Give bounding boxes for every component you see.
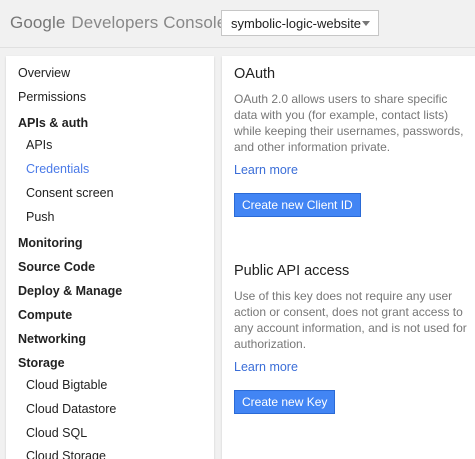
sidebar-item-apis[interactable]: APIs bbox=[6, 138, 214, 158]
create-client-id-button[interactable]: Create new Client ID bbox=[234, 193, 361, 217]
public-api-learn-more-link[interactable]: Learn more bbox=[234, 360, 298, 374]
sidebar-item-storage[interactable]: Storage bbox=[6, 356, 214, 376]
create-key-button[interactable]: Create new Key bbox=[234, 390, 336, 414]
oauth-description: OAuth 2.0 allows users to share specific… bbox=[234, 92, 464, 154]
sidebar-item-push[interactable]: Push bbox=[6, 210, 214, 230]
project-select-value: symbolic-logic-website bbox=[231, 16, 362, 31]
sidebar-item-cloud-storage[interactable]: Cloud Storage bbox=[6, 449, 214, 459]
console-logo[interactable]: Google Developers Console bbox=[10, 13, 226, 33]
sidebar-item-consent-screen[interactable]: Consent screen bbox=[6, 186, 214, 206]
sidebar-item-cloud-sql[interactable]: Cloud SQL bbox=[6, 426, 214, 446]
sidebar-item-compute[interactable]: Compute bbox=[6, 308, 214, 328]
credentials-panel: OAuth OAuth 2.0 allows users to share sp… bbox=[222, 56, 475, 459]
sidebar-item-source-code[interactable]: Source Code bbox=[6, 260, 214, 280]
logo-brand: Google bbox=[10, 13, 66, 32]
chevron-down-icon bbox=[362, 21, 370, 26]
public-api-description: Use of this key does not require any use… bbox=[234, 289, 467, 351]
sidebar-item-credentials[interactable]: Credentials bbox=[6, 162, 214, 182]
sidebar-nav: Overview Permissions APIs & auth APIs Cr… bbox=[6, 56, 214, 459]
sidebar-item-cloud-bigtable[interactable]: Cloud Bigtable bbox=[6, 378, 214, 398]
top-header: Google Developers Console symbolic-logic-… bbox=[0, 0, 475, 48]
sidebar-item-monitoring[interactable]: Monitoring bbox=[6, 236, 214, 256]
sidebar-item-apis-auth[interactable]: APIs & auth bbox=[6, 116, 214, 136]
oauth-learn-more-link[interactable]: Learn more bbox=[234, 163, 298, 177]
sidebar-item-cloud-datastore[interactable]: Cloud Datastore bbox=[6, 402, 214, 422]
sidebar-item-permissions[interactable]: Permissions bbox=[6, 90, 214, 110]
logo-product: Developers Console bbox=[71, 13, 227, 32]
sidebar-item-overview[interactable]: Overview bbox=[6, 66, 214, 86]
project-select[interactable]: symbolic-logic-website bbox=[221, 10, 379, 36]
sidebar-item-networking[interactable]: Networking bbox=[6, 332, 214, 352]
public-api-title: Public API access bbox=[234, 263, 350, 279]
sidebar-item-deploy-manage[interactable]: Deploy & Manage bbox=[6, 284, 214, 304]
oauth-title: OAuth bbox=[234, 66, 276, 82]
